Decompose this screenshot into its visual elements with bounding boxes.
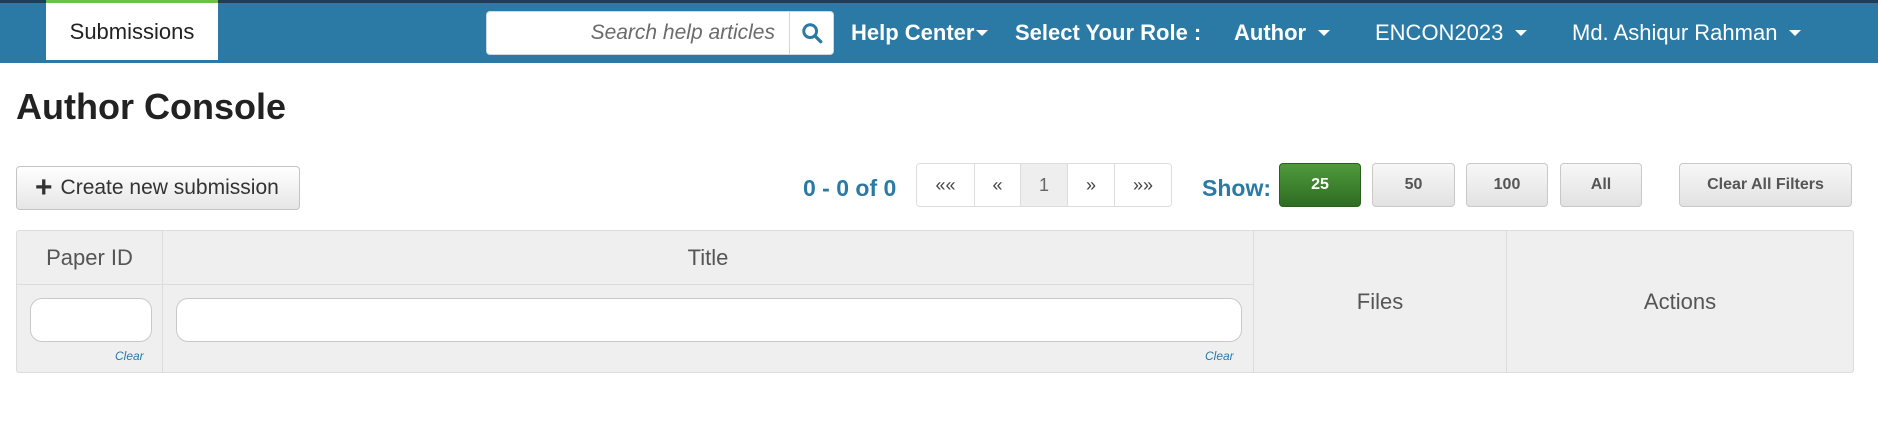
last-page-button[interactable]: »» [1115,164,1171,206]
conference-value: ENCON2023 [1375,20,1504,45]
role-value: Author [1234,20,1307,45]
header-row-divider [17,284,1254,285]
role-menu[interactable]: Author [1234,3,1331,63]
pagination: «« « 1 » »» [916,163,1172,207]
conference-menu[interactable]: ENCON2023 [1375,3,1528,63]
header-title[interactable]: Title [163,231,1253,284]
prev-page-button[interactable]: « [975,164,1021,206]
next-page-button[interactable]: » [1068,164,1115,206]
show-label: Show: [1202,174,1271,201]
submissions-table: Paper ID Title Files Actions Clear Clear [16,230,1854,373]
title-clear-link[interactable]: Clear [1205,349,1234,363]
page-title: Author Console [16,86,286,127]
search-input[interactable] [487,12,789,54]
caret-down-icon [1318,30,1331,36]
page-size-25-button[interactable]: 25 [1279,163,1361,207]
caret-down-icon [1515,30,1528,36]
user-name: Md. Ashiqur Rahman [1572,20,1778,45]
caret-down-icon [976,30,989,36]
page-1-button[interactable]: 1 [1021,164,1068,206]
search-button[interactable] [789,12,833,54]
top-navbar: Submissions Help Center Select Your Role… [0,0,1878,63]
plus-icon: + [35,171,53,204]
clear-all-filters-button[interactable]: Clear All Filters [1679,163,1852,207]
create-submission-button[interactable]: + Create new submission [16,166,300,210]
paper-id-clear-link[interactable]: Clear [115,349,144,363]
first-page-button[interactable]: «« [917,164,975,206]
header-files: Files [1356,288,1404,314]
user-menu[interactable]: Md. Ashiqur Rahman [1572,3,1802,63]
page-size-50-button[interactable]: 50 [1372,163,1455,207]
header-paper-id[interactable]: Paper ID [17,231,162,284]
caret-down-icon [1789,30,1802,36]
help-center-label: Help Center [851,20,975,45]
search-icon [801,23,822,44]
title-filter-input[interactable] [176,298,1242,342]
tab-submissions[interactable]: Submissions [46,0,218,60]
page-size-100-button[interactable]: 100 [1466,163,1548,207]
create-submission-label: Create new submission [60,176,279,199]
help-search [486,11,834,55]
help-center-menu[interactable]: Help Center [851,3,989,63]
header-actions: Actions [1643,288,1717,314]
paper-id-filter-input[interactable] [30,298,152,342]
role-label: Select Your Role : [1015,20,1202,45]
page-size-all-button[interactable]: All [1560,163,1642,207]
result-range: 0 - 0 of 0 [803,174,897,201]
